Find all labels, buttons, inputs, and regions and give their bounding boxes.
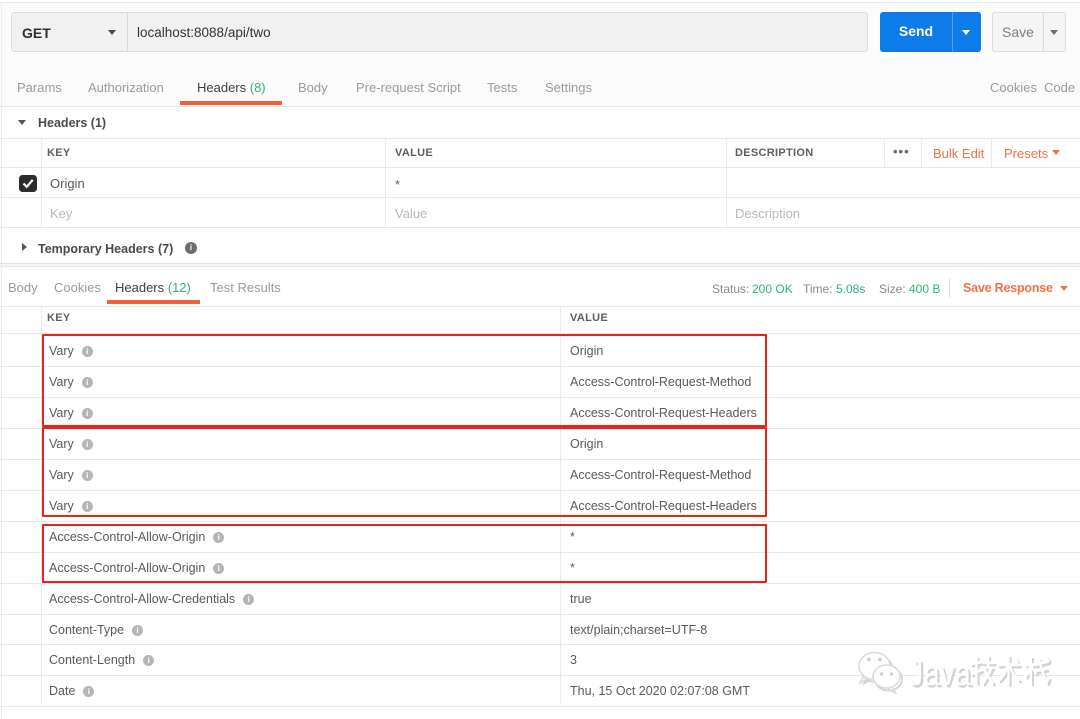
svg-text:Java: Java [909, 652, 972, 692]
